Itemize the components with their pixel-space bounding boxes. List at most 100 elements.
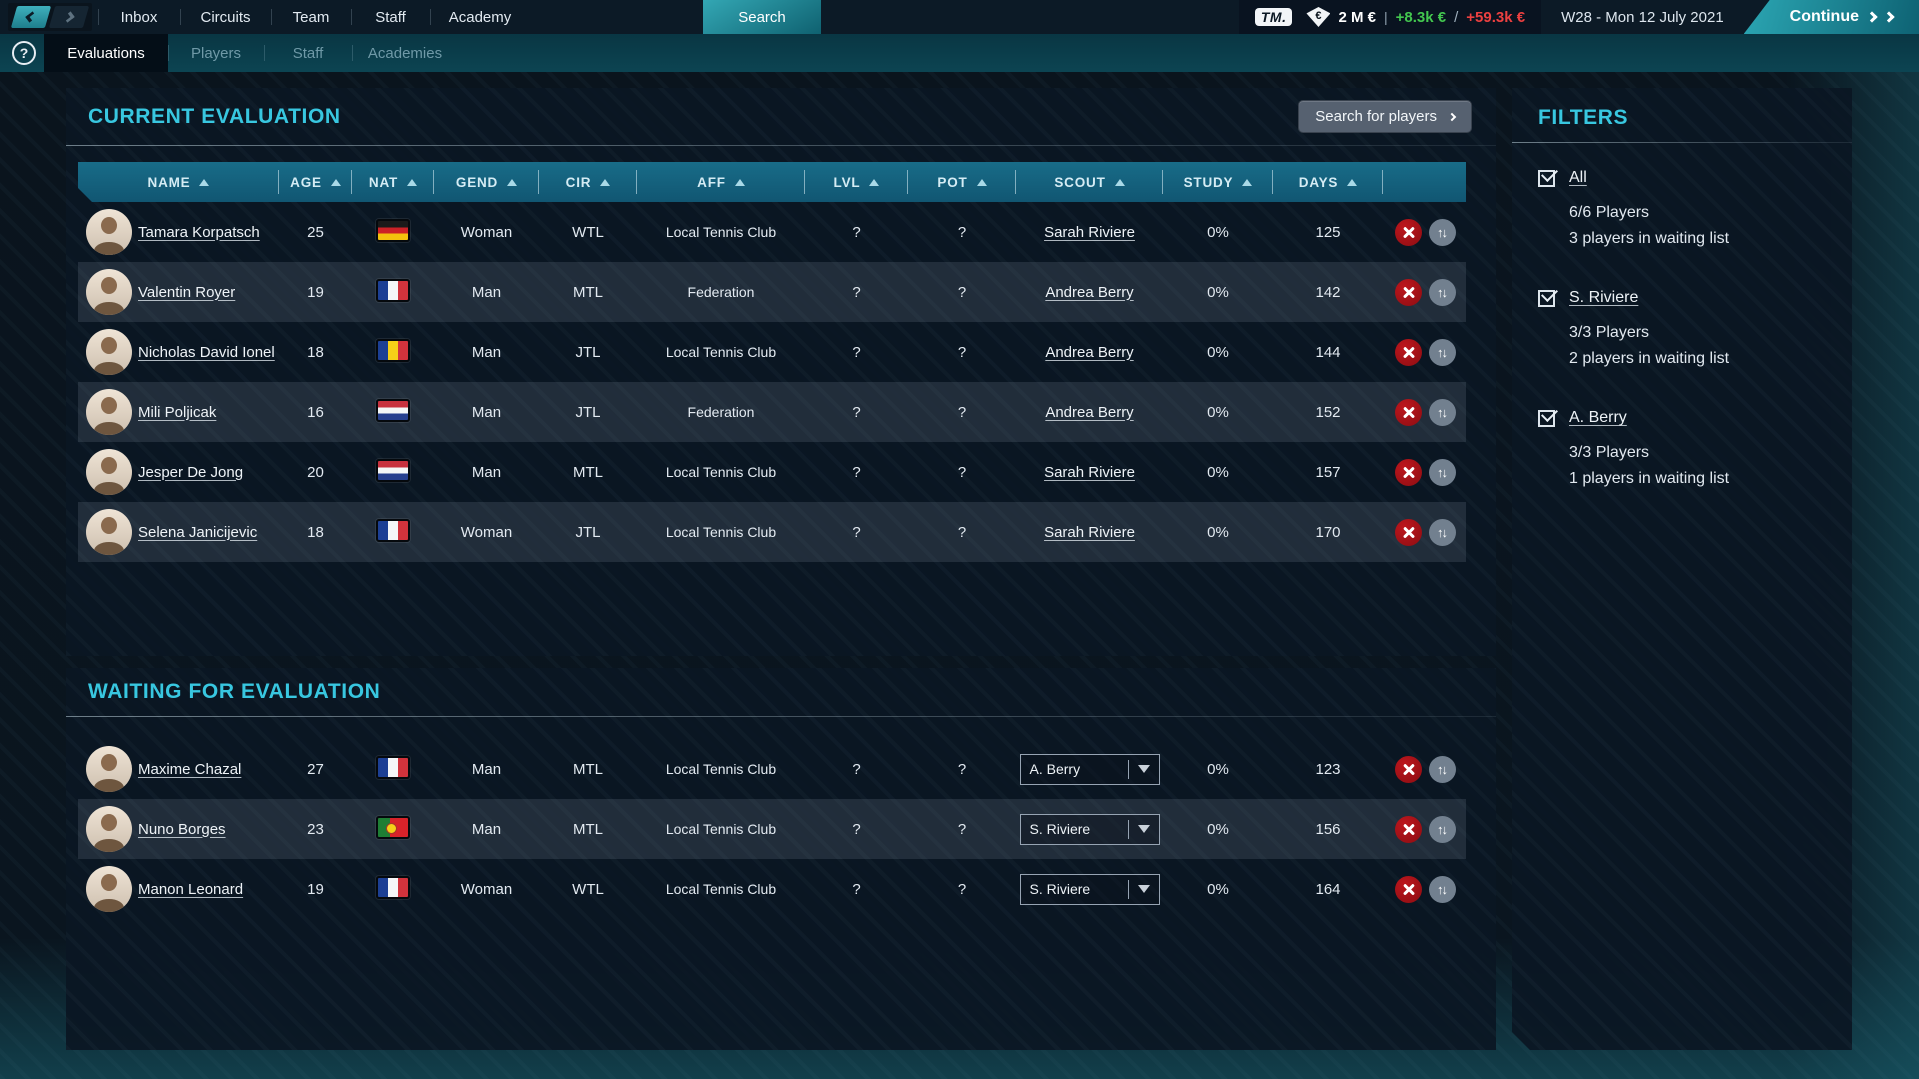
swap-button[interactable]: ↑↓ (1429, 519, 1456, 546)
remove-button[interactable] (1395, 219, 1422, 246)
circuit-cell: MTL (539, 821, 637, 838)
column-header-lvl[interactable]: LVL (805, 162, 908, 202)
filter-label-s-riviere[interactable]: S. Riviere (1569, 289, 1638, 307)
player-name-link[interactable]: Manon Leonard (138, 881, 243, 898)
remove-button[interactable] (1395, 399, 1422, 426)
circuit-cell: MTL (539, 464, 637, 481)
remove-button[interactable] (1395, 519, 1422, 546)
player-name-link[interactable]: Tamara Korpatsch (138, 224, 260, 241)
back-button[interactable] (11, 6, 51, 28)
remove-button[interactable] (1395, 756, 1422, 783)
forward-button[interactable] (49, 6, 89, 28)
search-for-players-button[interactable]: Search for players (1298, 100, 1472, 133)
swap-button[interactable]: ↑↓ (1429, 816, 1456, 843)
column-header-age[interactable]: AGE (279, 162, 352, 202)
remove-button[interactable] (1395, 876, 1422, 903)
remove-button[interactable] (1395, 816, 1422, 843)
scout-cell: Sarah Riviere (1016, 464, 1163, 481)
scout-link[interactable]: Andrea Berry (1045, 344, 1133, 361)
avatar (86, 509, 132, 555)
swap-button[interactable]: ↑↓ (1429, 399, 1456, 426)
flag-icon (376, 339, 410, 362)
gender-cell: Woman (434, 524, 539, 541)
column-header-name[interactable]: NAME (78, 162, 279, 202)
column-header-study[interactable]: STUDY (1163, 162, 1273, 202)
scout-cell: Sarah Riviere (1016, 524, 1163, 541)
remove-button[interactable] (1395, 459, 1422, 486)
player-name-link[interactable]: Selena Janicijevic (138, 524, 257, 541)
age-cell: 19 (279, 284, 352, 301)
column-header-cir[interactable]: CIR (539, 162, 637, 202)
column-header-aff[interactable]: AFF (637, 162, 805, 202)
tab-team[interactable]: Team (271, 0, 351, 34)
scout-dropdown[interactable]: A. Berry (1020, 754, 1160, 785)
tab-academy[interactable]: Academy (430, 0, 530, 34)
current-evaluation-panel: CURRENT EVALUATION Search for players NA… (66, 88, 1496, 656)
player-photo-cell (78, 806, 138, 852)
swap-button[interactable]: ↑↓ (1429, 279, 1456, 306)
subtab-staff[interactable]: Staff (264, 34, 352, 72)
tab-circuits[interactable]: Circuits (180, 0, 271, 34)
scout-cell: Sarah Riviere (1016, 224, 1163, 241)
flag-icon (376, 399, 410, 422)
swap-button[interactable]: ↑↓ (1429, 756, 1456, 783)
player-name-link[interactable]: Mili Poljicak (138, 404, 216, 421)
main-nav-tabs: Inbox Circuits Team Staff Academy Search (98, 0, 821, 34)
scout-link[interactable]: Sarah Riviere (1044, 464, 1135, 481)
player-name-link[interactable]: Maxime Chazal (138, 761, 241, 778)
scout-link[interactable]: Andrea Berry (1045, 404, 1133, 421)
scout-dropdown[interactable]: S. Riviere (1020, 814, 1160, 845)
swap-button[interactable]: ↑↓ (1429, 219, 1456, 246)
tab-search[interactable]: Search (703, 0, 821, 34)
subtab-evaluations[interactable]: Evaluations (44, 34, 168, 72)
nationality-cell (352, 279, 434, 306)
nationality-cell (352, 459, 434, 486)
gender-cell: Man (434, 464, 539, 481)
column-label: SCOUT (1054, 175, 1105, 190)
avatar (86, 746, 132, 792)
scout-link[interactable]: Sarah Riviere (1044, 224, 1135, 241)
player-photo-cell (78, 866, 138, 912)
checkbox-s-riviere[interactable] (1538, 290, 1555, 307)
days-cell: 142 (1273, 284, 1383, 301)
scout-link[interactable]: Andrea Berry (1045, 284, 1133, 301)
filter-label-all[interactable]: All (1569, 169, 1587, 187)
filter-label-a-berry[interactable]: A. Berry (1569, 409, 1627, 427)
help-icon[interactable]: ? (12, 41, 36, 65)
column-label: AFF (697, 175, 726, 190)
column-label: DAYS (1299, 175, 1338, 190)
swap-button[interactable]: ↑↓ (1429, 339, 1456, 366)
waiting-evaluation-panel: WAITING FOR EVALUATION Maxime Chazal 27 … (66, 668, 1496, 1050)
player-name-link[interactable]: Jesper De Jong (138, 464, 243, 481)
scout-cell: Andrea Berry (1016, 404, 1163, 421)
column-header-scout[interactable]: SCOUT (1016, 162, 1163, 202)
subtab-academies[interactable]: Academies (352, 34, 458, 72)
column-header-days[interactable]: DAYS (1273, 162, 1383, 202)
swap-button[interactable]: ↑↓ (1429, 459, 1456, 486)
checkbox-all[interactable] (1538, 170, 1555, 187)
continue-button[interactable]: Continue (1744, 0, 1919, 34)
tab-inbox[interactable]: Inbox (98, 0, 180, 34)
column-header-nat[interactable]: NAT (352, 162, 434, 202)
sort-asc-icon (1347, 179, 1357, 186)
player-name-link[interactable]: Nuno Borges (138, 821, 226, 838)
column-header-gend[interactable]: GEND (434, 162, 539, 202)
study-cell: 0% (1163, 464, 1273, 481)
remove-button[interactable] (1395, 279, 1422, 306)
waiting-count: 1 players in waiting list (1569, 466, 1826, 492)
column-header-pot[interactable]: POT (908, 162, 1016, 202)
age-cell: 25 (279, 224, 352, 241)
remove-button[interactable] (1395, 339, 1422, 366)
filter-group-s-riviere: S. Riviere 3/3 Players 2 players in wait… (1538, 289, 1826, 372)
tab-staff[interactable]: Staff (351, 0, 430, 34)
scout-dropdown[interactable]: S. Riviere (1020, 874, 1160, 905)
arrow-down-icon: ↓ (1442, 285, 1447, 300)
scout-link[interactable]: Sarah Riviere (1044, 524, 1135, 541)
potential-cell: ? (908, 404, 1016, 421)
swap-button[interactable]: ↑↓ (1429, 876, 1456, 903)
player-name-link[interactable]: Valentin Royer (138, 284, 235, 301)
player-name-link[interactable]: Nicholas David Ionel (138, 344, 275, 361)
checkbox-a-berry[interactable] (1538, 410, 1555, 427)
eval-table-rows: Tamara Korpatsch 25 Woman WTL Local Tenn… (78, 202, 1466, 562)
subtab-players[interactable]: Players (168, 34, 264, 72)
